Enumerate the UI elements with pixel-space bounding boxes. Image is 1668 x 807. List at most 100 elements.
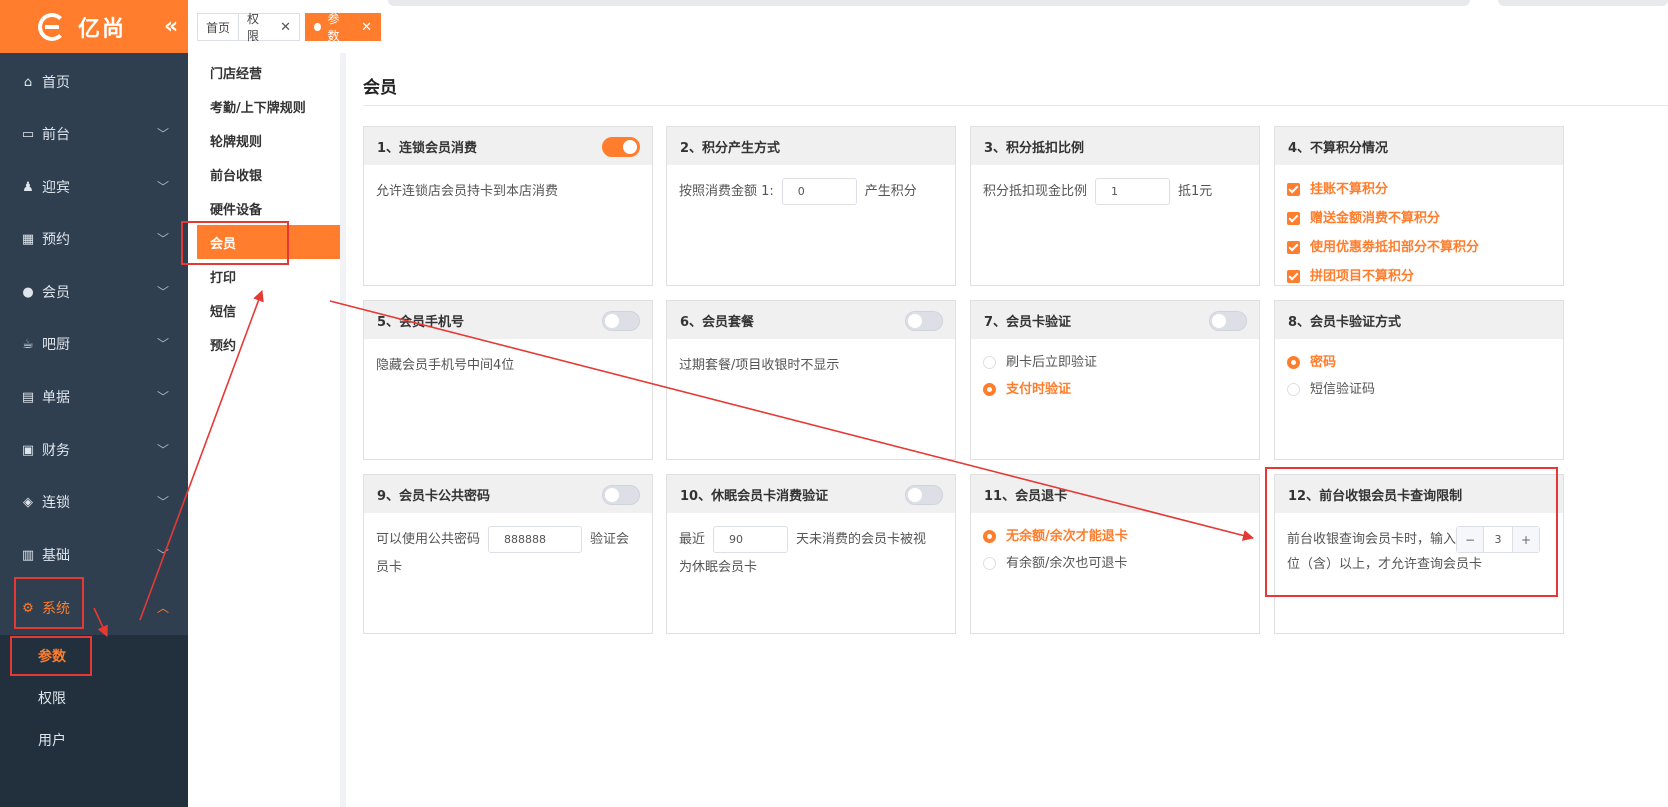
toggle-switch[interactable] <box>1209 311 1247 331</box>
radio-option[interactable]: 刷卡后立即验证 <box>983 349 1247 376</box>
card-no-points: 4、不算积分情况 挂账不算积分 赠送金额消费不算积分 使用优惠劵抵扣部分不算积分… <box>1274 126 1564 286</box>
sidebar-item-finance[interactable]: ▣ 财务 ﹀ <box>0 423 188 477</box>
card-body: 过期套餐/项目收银时不显示 <box>679 358 840 373</box>
sidebar-item-documents[interactable]: ▤ 单据 ﹀ <box>0 370 188 424</box>
menu-item-booking[interactable]: 预约 <box>188 327 340 361</box>
tab-home[interactable]: 首页 <box>197 13 240 41</box>
sidebar-item-booking[interactable]: ▦ 预约 ﹀ <box>0 212 188 266</box>
card-member-package: 6、会员套餐 过期套餐/项目收银时不显示 <box>666 300 956 460</box>
field-suffix: 天未消费的会员卡被视 <box>796 532 927 547</box>
sidebar-item-basic[interactable]: ▥ 基础 ﹀ <box>0 528 188 582</box>
card-title: 3、积分抵扣比例 <box>971 127 1259 165</box>
deduction-ratio-input[interactable]: 1 <box>1095 178 1171 205</box>
chevron-down-icon: ﹀ <box>157 232 170 246</box>
menu-item-sms[interactable]: 短信 <box>188 293 340 327</box>
public-password-input[interactable]: 888888 <box>488 526 583 553</box>
checkbox-checked-icon[interactable] <box>1287 183 1300 196</box>
card-title: 10、休眠会员卡消费验证 <box>667 475 955 513</box>
menu-item-store-ops[interactable]: 门店经营 <box>188 55 340 89</box>
tab-bar: 首页 权限 ✕ 参数 ✕ <box>188 0 1668 53</box>
radio-option-selected[interactable]: 密码 <box>1287 349 1551 376</box>
radio-selected-icon[interactable] <box>1287 356 1300 369</box>
toggle-switch[interactable] <box>602 485 640 505</box>
field-suffix: 为休眠会员卡 <box>679 560 758 575</box>
card-points-method: 2、积分产生方式 按照消费金额 1: 0 产生积分 <box>666 126 956 286</box>
checkbox-checked-icon[interactable] <box>1287 270 1300 283</box>
menu-item-hardware[interactable]: 硬件设备 <box>188 191 340 225</box>
checkbox-label: 使用优惠劵抵扣部分不算积分 <box>1310 239 1480 255</box>
checkbox-option[interactable]: 赠送金额消费不算积分 <box>1287 204 1551 233</box>
sidebar-item-reception[interactable]: ♟ 迎宾 ﹀ <box>0 160 188 214</box>
brand-name: 亿尚 <box>78 16 127 42</box>
user-icon: ● <box>22 284 34 300</box>
card-member-phone: 5、会员手机号 隐藏会员手机号中间4位 <box>363 300 653 460</box>
top-scrollbar-right[interactable] <box>1498 0 1668 6</box>
field-prefix: 积分抵扣现金比例 <box>983 184 1088 199</box>
sidebar-item-bar[interactable]: ☕ 吧厨 ﹀ <box>0 317 188 371</box>
toggle-switch[interactable] <box>602 311 640 331</box>
checkbox-checked-icon[interactable] <box>1287 212 1300 225</box>
card-title: 7、会员卡验证 <box>971 301 1259 339</box>
sidebar-item-label: 前台 <box>42 127 70 143</box>
annotation-box <box>10 636 92 676</box>
sidebar-item-label: 迎宾 <box>42 180 70 196</box>
sidebar-item-label: 预约 <box>42 232 70 248</box>
field-prefix: 可以使用公共密码 <box>376 532 481 547</box>
card-title: 8、会员卡验证方式 <box>1275 301 1563 339</box>
chevron-down-icon: ﹀ <box>157 443 170 457</box>
radio-label: 刷卡后立即验证 <box>1006 354 1098 370</box>
tab-params[interactable]: 参数 ✕ <box>305 12 381 43</box>
card-body: 刷卡后立即验证 支付时验证 <box>971 339 1259 416</box>
sidebar-item-chain[interactable]: ◈ 连锁 ﹀ <box>0 475 188 529</box>
radio-icon[interactable] <box>1287 383 1300 396</box>
checkbox-option[interactable]: 拼团项目不算积分 <box>1287 262 1551 291</box>
card-title: 5、会员手机号 <box>364 301 652 339</box>
sidebar-item-label: 吧厨 <box>42 337 70 353</box>
radio-option[interactable]: 短信验证码 <box>1287 376 1551 403</box>
sidebar-item-home[interactable]: ⌂ 首页 <box>0 55 188 109</box>
points-ratio-input[interactable]: 0 <box>781 178 857 205</box>
radio-icon[interactable] <box>983 356 996 369</box>
top-scrollbar[interactable] <box>388 0 1470 6</box>
checkbox-option[interactable]: 挂账不算积分 <box>1287 175 1551 204</box>
finance-icon: ▣ <box>21 442 35 458</box>
card-chain-consumption: 1、连锁会员消费 允许连锁店会员持卡到本店消费 <box>363 126 653 286</box>
divider <box>363 105 1668 106</box>
radio-selected-icon[interactable] <box>983 383 996 396</box>
home-icon: ⌂ <box>23 74 33 90</box>
radio-option-selected[interactable]: 支付时验证 <box>983 376 1247 403</box>
subnav-item-users[interactable]: 用户 <box>0 719 188 761</box>
toggle-switch[interactable] <box>905 311 943 331</box>
card-body: 按照消费金额 1: 0 产生积分 <box>667 165 955 219</box>
tab-permissions[interactable]: 权限 ✕ <box>238 12 300 43</box>
radio-option-selected[interactable]: 无余额/余次才能退卡 <box>983 523 1247 550</box>
checkbox-label: 赠送金额消费不算积分 <box>1310 210 1441 226</box>
menu-item-rotation[interactable]: 轮牌规则 <box>188 123 340 157</box>
close-icon[interactable]: ✕ <box>361 20 372 35</box>
radio-icon[interactable] <box>983 557 996 570</box>
double-chevron-left-icon[interactable]: « <box>164 14 178 39</box>
radio-option[interactable]: 有余额/余次也可退卡 <box>983 550 1247 577</box>
radio-selected-icon[interactable] <box>983 530 996 543</box>
card-dormant-card: 10、休眠会员卡消费验证 最近 90 天未消费的会员卡被视 为休眠会员卡 <box>666 474 956 634</box>
toggle-switch[interactable] <box>602 137 640 157</box>
checkbox-checked-icon[interactable] <box>1287 241 1300 254</box>
dormant-days-input[interactable]: 90 <box>713 526 789 553</box>
card-title-text: 6、会员套餐 <box>680 314 755 330</box>
card-card-refund: 11、会员退卡 无余额/余次才能退卡 有余额/余次也可退卡 <box>970 474 1260 634</box>
card-title-text: 1、连锁会员消费 <box>377 140 478 156</box>
checkbox-option[interactable]: 使用优惠劵抵扣部分不算积分 <box>1287 233 1551 262</box>
sidebar-item-member[interactable]: ● 会员 ﹀ <box>0 265 188 319</box>
checkbox-label: 挂账不算积分 <box>1310 181 1389 197</box>
toggle-switch[interactable] <box>905 485 943 505</box>
menu-item-attendance[interactable]: 考勤/上下牌规则 <box>188 89 340 123</box>
radio-label: 有余额/余次也可退卡 <box>1006 555 1128 571</box>
sidebar-item-frontdesk[interactable]: ▭ 前台 ﹀ <box>0 107 188 161</box>
grid-icon: ▥ <box>21 547 35 563</box>
card-title: 6、会员套餐 <box>667 301 955 339</box>
subnav-item-permissions[interactable]: 权限 <box>0 677 188 719</box>
brand-logo[interactable]: 亿尚 « <box>0 0 188 53</box>
menu-item-cashier[interactable]: 前台收银 <box>188 157 340 191</box>
close-icon[interactable]: ✕ <box>280 20 291 35</box>
radio-label: 支付时验证 <box>1006 381 1072 397</box>
